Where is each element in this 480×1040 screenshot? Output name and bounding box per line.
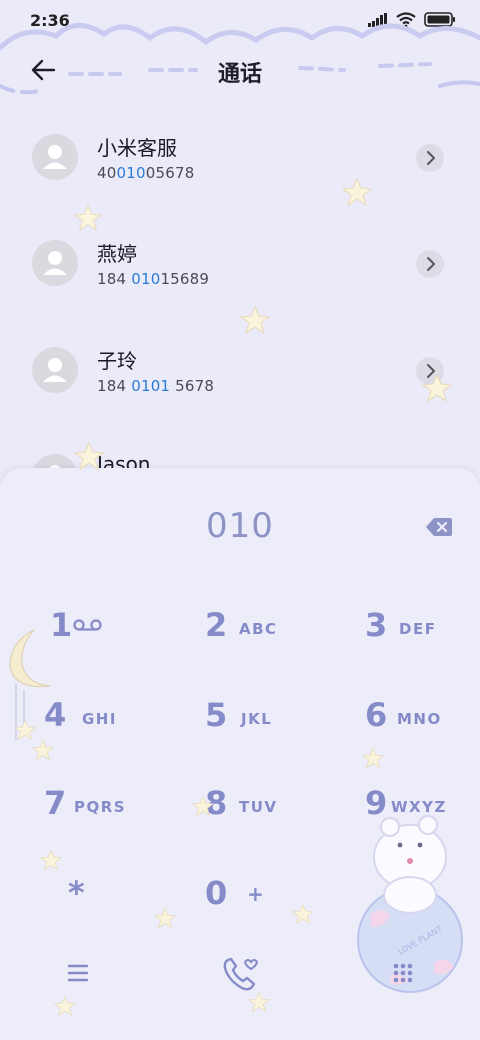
header: 通话 — [0, 40, 480, 100]
key-digit: 2 — [205, 606, 228, 644]
avatar — [32, 134, 78, 180]
contact-number: 184 01015689 — [97, 270, 210, 288]
dial-key-4[interactable]: 4 GHI — [44, 686, 184, 756]
contact-number: 4001005678 — [97, 164, 195, 182]
dial-key-star[interactable]: * — [68, 864, 208, 934]
avatar — [32, 347, 78, 393]
match-highlight: 010 — [116, 164, 146, 182]
dial-key-0[interactable]: 0 + — [205, 864, 345, 934]
key-letters: GHI — [82, 710, 117, 728]
backspace-icon[interactable] — [425, 516, 453, 538]
star-decoration — [40, 850, 62, 870]
star-decoration — [342, 178, 372, 206]
bottom-action-bar — [0, 940, 480, 1020]
star-decoration — [14, 720, 36, 740]
key-digit: 6 — [365, 696, 388, 734]
key-letters: JKL — [241, 710, 273, 728]
avatar — [32, 240, 78, 286]
person-icon — [43, 251, 67, 275]
key-letters: PQRS — [74, 798, 127, 816]
dial-key-6[interactable]: 6 MNO — [365, 686, 480, 756]
match-highlight: 0101 — [131, 377, 171, 395]
key-digit: 3 — [365, 606, 388, 644]
dialpad-grid-icon[interactable] — [392, 962, 414, 984]
key-digit: 5 — [205, 696, 228, 734]
contact-number: 184 0101 5678 — [97, 377, 215, 395]
phone-call-icon[interactable] — [220, 954, 260, 994]
dial-key-2[interactable]: 2 ABC — [205, 596, 345, 666]
dial-key-5[interactable]: 5 JKL — [205, 686, 345, 756]
dial-key-7[interactable]: 7 PQRS — [44, 774, 184, 844]
key-letters: ABC — [239, 620, 278, 638]
contact-name: 小米客服 — [97, 136, 177, 160]
star-decoration — [362, 748, 384, 768]
dial-key-3[interactable]: 3 DEF — [365, 596, 480, 666]
page-title: 通话 — [217, 62, 262, 87]
key-letters: + — [247, 882, 266, 906]
person-icon — [43, 358, 67, 382]
dial-key-8[interactable]: 8 TUV — [205, 774, 345, 844]
dialed-number: 010 — [206, 506, 274, 546]
key-letters: DEF — [399, 620, 437, 638]
star-decoration — [422, 374, 452, 402]
menu-icon[interactable] — [66, 962, 90, 984]
contact-item[interactable]: 子玲 184 0101 5678 — [0, 323, 480, 423]
star-decoration — [192, 796, 214, 816]
contact-name: 子玲 — [97, 349, 137, 373]
key-digit: * — [68, 874, 85, 912]
key-letters: TUV — [239, 798, 278, 816]
key-digit: 7 — [44, 784, 67, 822]
star-decoration — [154, 908, 176, 928]
person-icon — [43, 145, 67, 169]
voicemail-icon — [73, 619, 102, 631]
star-decoration — [74, 205, 102, 231]
star-decoration — [240, 306, 270, 334]
contact-item[interactable]: 小米客服 4001005678 — [0, 110, 480, 210]
chevron-right-icon[interactable] — [416, 144, 444, 172]
chevron-right-icon[interactable] — [416, 250, 444, 278]
key-letters: MNO — [397, 710, 442, 728]
contact-item[interactable]: 燕婷 184 01015689 — [0, 216, 480, 316]
contact-name: 燕婷 — [97, 242, 137, 266]
key-digit: 0 — [205, 874, 228, 912]
star-decoration — [292, 904, 314, 924]
star-decoration — [32, 740, 54, 760]
match-highlight: 010 — [131, 270, 161, 288]
star-decoration — [74, 442, 104, 470]
